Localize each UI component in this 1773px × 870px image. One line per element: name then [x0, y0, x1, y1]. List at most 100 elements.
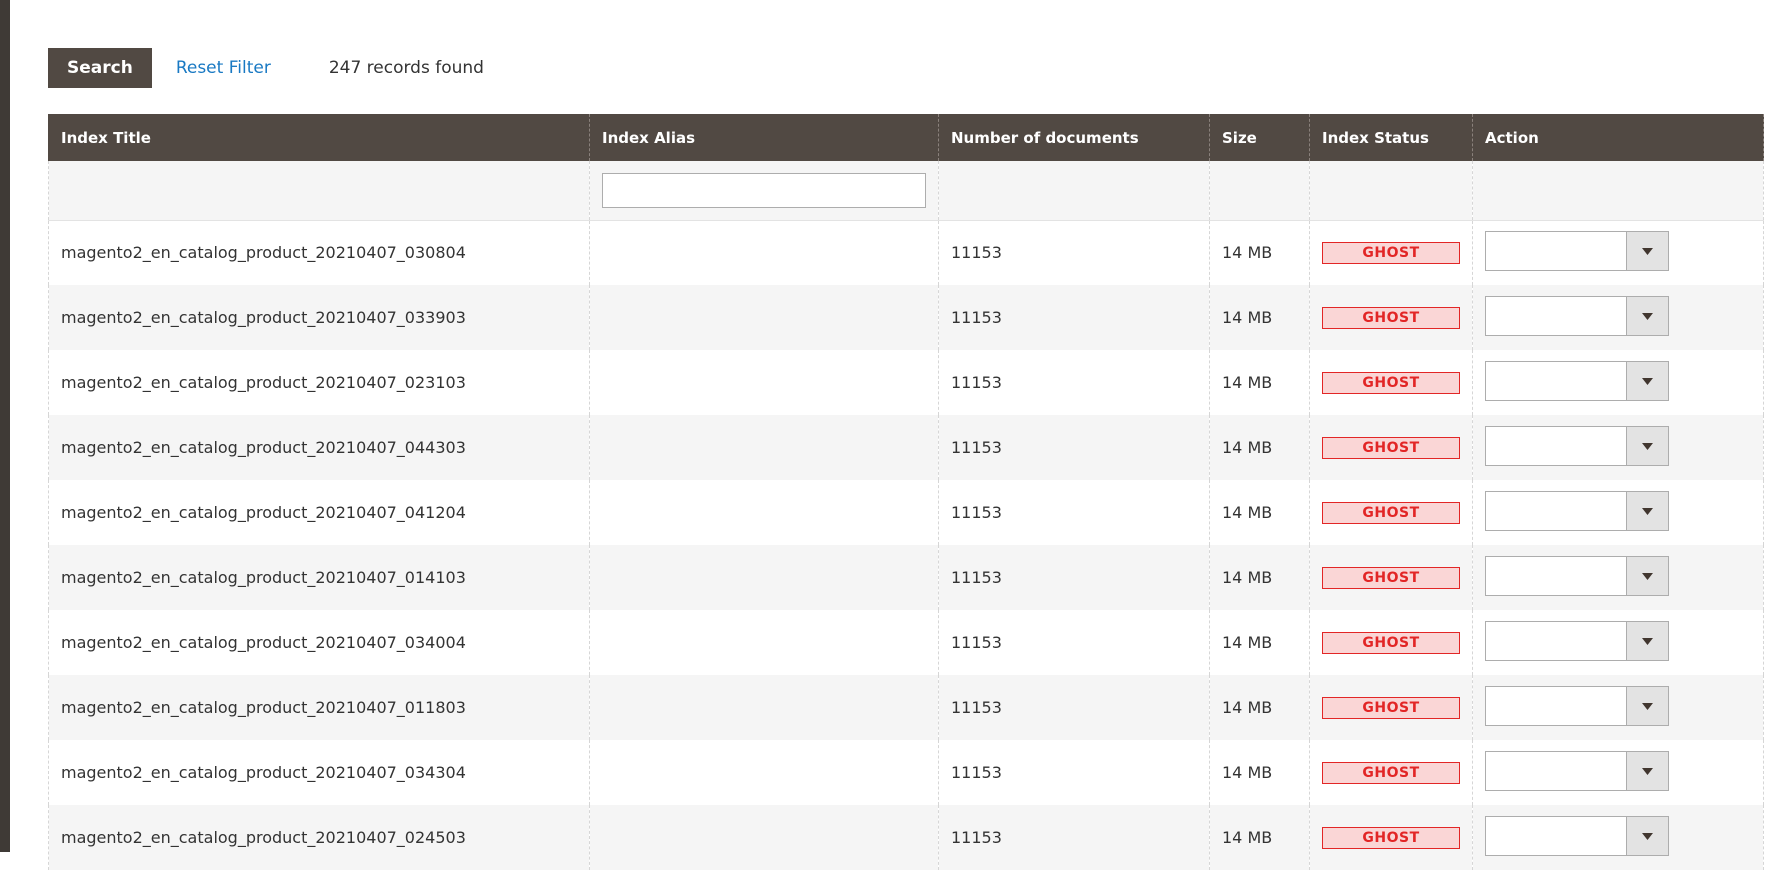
action-select-value [1486, 817, 1626, 855]
index-grid: Index Title Index Alias Number of docume… [48, 114, 1764, 870]
filter-cell-size [1209, 161, 1310, 221]
action-select-value [1486, 297, 1626, 335]
documents-count-cell: 11153 [938, 610, 1210, 675]
documents-count-cell: 11153 [938, 545, 1210, 610]
status-badge: GHOST [1322, 241, 1460, 264]
action-select[interactable] [1485, 296, 1669, 336]
documents-count-cell: 11153 [938, 675, 1210, 740]
column-header-index-title[interactable]: Index Title [48, 114, 590, 161]
size-cell: 14 MB [1209, 805, 1310, 870]
size-cell: 14 MB [1209, 545, 1310, 610]
action-cell [1472, 415, 1764, 480]
index-status-cell: GHOST [1309, 805, 1473, 870]
table-row: magento2_en_catalog_product_20210407_014… [48, 545, 1764, 610]
index-title-cell: magento2_en_catalog_product_20210407_033… [48, 285, 590, 350]
status-badge: GHOST [1322, 826, 1460, 849]
chevron-down-icon[interactable] [1626, 752, 1668, 790]
index-alias-cell [589, 740, 939, 805]
reset-filter-link[interactable]: Reset Filter [176, 58, 271, 78]
grid-toolbar: Search Reset Filter 247 records found [48, 48, 484, 88]
size-cell: 14 MB [1209, 350, 1310, 415]
index-status-cell: GHOST [1309, 610, 1473, 675]
column-header-action[interactable]: Action [1472, 114, 1764, 161]
documents-count-cell: 11153 [938, 350, 1210, 415]
table-row: magento2_en_catalog_product_20210407_044… [48, 415, 1764, 480]
index-alias-cell [589, 350, 939, 415]
filter-row [48, 161, 1764, 221]
search-button[interactable]: Search [48, 48, 152, 88]
size-cell: 14 MB [1209, 220, 1310, 285]
status-badge: GHOST [1322, 566, 1460, 589]
column-header-index-alias[interactable]: Index Alias [589, 114, 939, 161]
action-cell [1472, 480, 1764, 545]
action-select[interactable] [1485, 231, 1669, 272]
documents-count-cell: 11153 [938, 480, 1210, 545]
index-alias-cell [589, 220, 939, 285]
filter-cell-status [1309, 161, 1473, 221]
index-status-cell: GHOST [1309, 675, 1473, 740]
chevron-down-icon[interactable] [1626, 297, 1668, 335]
table-row: magento2_en_catalog_product_20210407_034… [48, 740, 1764, 805]
status-badge: GHOST [1322, 761, 1460, 784]
action-cell [1472, 545, 1764, 610]
filter-cell-title [48, 161, 590, 221]
filter-cell-documents [938, 161, 1210, 221]
chevron-down-icon[interactable] [1626, 427, 1668, 465]
action-select-value [1486, 427, 1626, 465]
action-cell [1472, 740, 1764, 805]
status-badge: GHOST [1322, 436, 1460, 459]
action-select[interactable] [1485, 751, 1669, 791]
chevron-down-icon[interactable] [1626, 817, 1668, 855]
index-status-cell: GHOST [1309, 220, 1473, 285]
chevron-down-icon[interactable] [1626, 362, 1668, 400]
chevron-down-icon[interactable] [1626, 232, 1668, 271]
size-cell: 14 MB [1209, 740, 1310, 805]
size-cell: 14 MB [1209, 610, 1310, 675]
index-status-cell: GHOST [1309, 415, 1473, 480]
size-cell: 14 MB [1209, 675, 1310, 740]
documents-count-cell: 11153 [938, 220, 1210, 285]
action-select-value [1486, 687, 1626, 725]
grid-header-row: Index Title Index Alias Number of docume… [48, 114, 1764, 161]
action-select[interactable] [1485, 816, 1669, 856]
chevron-down-icon[interactable] [1626, 622, 1668, 660]
index-title-cell: magento2_en_catalog_product_20210407_023… [48, 350, 590, 415]
column-header-number-of-documents[interactable]: Number of documents [938, 114, 1210, 161]
column-header-size[interactable]: Size [1209, 114, 1310, 161]
index-title-cell: magento2_en_catalog_product_20210407_014… [48, 545, 590, 610]
action-select[interactable] [1485, 686, 1669, 726]
chevron-down-icon[interactable] [1626, 557, 1668, 595]
status-badge: GHOST [1322, 501, 1460, 524]
size-cell: 14 MB [1209, 285, 1310, 350]
index-title-cell: magento2_en_catalog_product_20210407_011… [48, 675, 590, 740]
action-select[interactable] [1485, 556, 1669, 596]
status-badge: GHOST [1322, 306, 1460, 329]
action-select[interactable] [1485, 491, 1669, 531]
size-cell: 14 MB [1209, 480, 1310, 545]
column-header-index-status[interactable]: Index Status [1309, 114, 1473, 161]
index-status-cell: GHOST [1309, 285, 1473, 350]
chevron-down-icon[interactable] [1626, 492, 1668, 530]
index-title-cell: magento2_en_catalog_product_20210407_041… [48, 480, 590, 545]
documents-count-cell: 11153 [938, 805, 1210, 870]
action-select[interactable] [1485, 361, 1669, 401]
index-alias-cell [589, 675, 939, 740]
index-alias-cell [589, 610, 939, 675]
status-badge: GHOST [1322, 631, 1460, 654]
action-select-value [1486, 752, 1626, 790]
index-alias-filter-input[interactable] [602, 172, 926, 208]
action-cell [1472, 610, 1764, 675]
action-cell [1472, 675, 1764, 740]
action-select-value [1486, 557, 1626, 595]
index-status-cell: GHOST [1309, 350, 1473, 415]
action-select[interactable] [1485, 621, 1669, 661]
index-title-cell: magento2_en_catalog_product_20210407_044… [48, 415, 590, 480]
index-alias-cell [589, 545, 939, 610]
filter-cell-action [1472, 161, 1764, 221]
action-select[interactable] [1485, 426, 1669, 466]
chevron-down-icon[interactable] [1626, 687, 1668, 725]
action-cell [1472, 220, 1764, 285]
action-select-value [1486, 622, 1626, 660]
filter-cell-alias [589, 161, 939, 221]
table-row: magento2_en_catalog_product_20210407_023… [48, 350, 1764, 415]
